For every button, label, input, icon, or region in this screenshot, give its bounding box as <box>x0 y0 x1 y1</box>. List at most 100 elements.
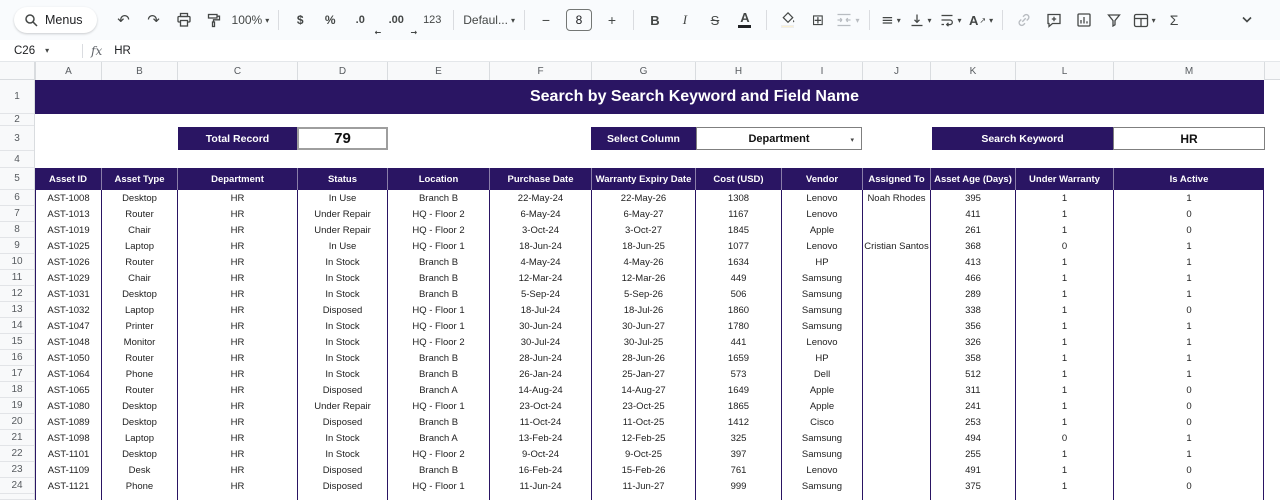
row-header-14[interactable]: 14 <box>0 318 34 334</box>
table-cell[interactable] <box>862 414 930 430</box>
table-cell[interactable]: 375 <box>930 478 1015 494</box>
table-cell[interactable]: 26-Jan-24 <box>489 366 591 382</box>
table-cell[interactable]: 30-Jul-25 <box>591 334 695 350</box>
table-cell[interactable]: 1 <box>1113 350 1264 366</box>
table-cell[interactable]: Noah Rhodes <box>862 190 930 206</box>
table-cell[interactable]: Apple <box>781 222 862 238</box>
table-cell[interactable]: HR <box>177 190 297 206</box>
row-header-2[interactable]: 2 <box>0 114 34 126</box>
table-cell[interactable] <box>862 254 930 270</box>
table-cell[interactable]: 999 <box>695 478 781 494</box>
table-cell[interactable]: 1 <box>1113 238 1264 254</box>
name-box[interactable]: C26 ▾ <box>0 45 80 57</box>
table-cell[interactable]: 1 <box>1015 382 1113 398</box>
table-cell[interactable]: 3-Oct-24 <box>489 222 591 238</box>
table-cell[interactable]: 1 <box>1015 366 1113 382</box>
table-cell[interactable]: HQ - Floor 1 <box>387 478 489 494</box>
table-cell[interactable]: Branch A <box>387 430 489 446</box>
table-cell[interactable]: Phone <box>101 366 177 382</box>
table-cell[interactable] <box>862 286 930 302</box>
formula-input[interactable]: HR <box>114 45 131 57</box>
row-header-23[interactable]: 23 <box>0 462 34 478</box>
column-header-I[interactable]: I <box>781 62 862 80</box>
column-header-C[interactable]: C <box>177 62 297 80</box>
table-cell[interactable]: 1 <box>1015 446 1113 462</box>
table-cell[interactable]: Lenovo <box>781 190 862 206</box>
table-cell[interactable]: In Use <box>297 238 387 254</box>
table-cell[interactable]: 0 <box>1113 382 1264 398</box>
table-cell[interactable] <box>35 494 101 500</box>
table-header-cell[interactable]: Warranty Expiry Date <box>591 168 695 190</box>
table-cell[interactable]: 28-Jun-26 <box>591 350 695 366</box>
table-cell[interactable]: 0 <box>1015 430 1113 446</box>
table-cell[interactable]: 1 <box>1113 446 1264 462</box>
table-cell[interactable]: 1 <box>1015 462 1113 478</box>
table-cell[interactable]: Under Repair <box>297 222 387 238</box>
table-cell[interactable]: Lenovo <box>781 462 862 478</box>
paint-format-icon[interactable] <box>199 7 229 33</box>
table-cell[interactable]: Lenovo <box>781 238 862 254</box>
table-cell[interactable]: 1860 <box>695 302 781 318</box>
table-cell[interactable]: 16-Feb-24 <box>489 462 591 478</box>
table-cell[interactable]: Disposed <box>297 414 387 430</box>
table-cell[interactable]: AST-1047 <box>35 318 101 334</box>
table-cell[interactable] <box>862 334 930 350</box>
table-cell[interactable]: AST-1064 <box>35 366 101 382</box>
table-cell[interactable]: 0 <box>1113 206 1264 222</box>
table-cell[interactable] <box>930 494 1015 500</box>
row-header-17[interactable]: 17 <box>0 366 34 382</box>
table-cell[interactable]: Cisco <box>781 414 862 430</box>
column-header-A[interactable]: A <box>35 62 101 80</box>
table-cell[interactable]: AST-1109 <box>35 462 101 478</box>
font-size-input[interactable]: 8 <box>566 9 592 31</box>
table-cell[interactable]: 491 <box>930 462 1015 478</box>
table-cell[interactable]: 255 <box>930 446 1015 462</box>
table-cell[interactable]: AST-1031 <box>35 286 101 302</box>
create-filter-button[interactable] <box>1099 7 1129 33</box>
table-cell[interactable]: 1412 <box>695 414 781 430</box>
increase-decimal-button[interactable]: .00 → <box>381 7 411 33</box>
table-cell[interactable] <box>1015 494 1113 500</box>
table-cell[interactable]: Disposed <box>297 382 387 398</box>
table-cell[interactable]: 358 <box>930 350 1015 366</box>
table-cell[interactable]: Router <box>101 254 177 270</box>
table-cell[interactable]: 22-May-24 <box>489 190 591 206</box>
table-cell[interactable]: Phone <box>101 478 177 494</box>
insert-link-button[interactable] <box>1009 7 1039 33</box>
row-header-15[interactable]: 15 <box>0 334 34 350</box>
row-header-9[interactable]: 9 <box>0 238 34 254</box>
table-cell[interactable]: Branch B <box>387 350 489 366</box>
row-header-16[interactable]: 16 <box>0 350 34 366</box>
table-cell[interactable]: 30-Jul-24 <box>489 334 591 350</box>
table-cell[interactable] <box>862 222 930 238</box>
row-header-3[interactable]: 3 <box>0 126 34 151</box>
table-cell[interactable]: 18-Jul-24 <box>489 302 591 318</box>
table-cell[interactable]: 11-Oct-24 <box>489 414 591 430</box>
insert-comment-button[interactable] <box>1039 7 1069 33</box>
table-cell[interactable]: 1780 <box>695 318 781 334</box>
table-cell[interactable]: AST-1048 <box>35 334 101 350</box>
table-cell[interactable]: Branch B <box>387 414 489 430</box>
table-cell[interactable]: 30-Jun-24 <box>489 318 591 334</box>
column-header-D[interactable]: D <box>297 62 387 80</box>
increase-font-size-button[interactable]: + <box>597 7 627 33</box>
table-cell[interactable]: 18-Jun-25 <box>591 238 695 254</box>
table-cell[interactable]: 11-Jun-27 <box>591 478 695 494</box>
select-all-corner[interactable] <box>0 62 35 80</box>
table-cell[interactable]: AST-1101 <box>35 446 101 462</box>
table-cell[interactable]: 253 <box>930 414 1015 430</box>
table-cell[interactable]: In Stock <box>297 366 387 382</box>
menus-search-button[interactable]: Menus <box>14 7 97 33</box>
text-color-button[interactable]: A <box>730 7 760 33</box>
table-cell[interactable] <box>862 206 930 222</box>
table-cell[interactable] <box>862 270 930 286</box>
table-cell[interactable]: Desktop <box>101 414 177 430</box>
table-cell[interactable]: Samsung <box>781 446 862 462</box>
format-currency-button[interactable]: $ <box>285 7 315 33</box>
text-wrap-button[interactable]: ▾ <box>936 7 966 33</box>
table-cell[interactable]: Branch B <box>387 286 489 302</box>
table-cell[interactable] <box>862 366 930 382</box>
column-header-B[interactable]: B <box>101 62 177 80</box>
column-header-K[interactable]: K <box>930 62 1015 80</box>
table-cell[interactable]: 14-Aug-24 <box>489 382 591 398</box>
